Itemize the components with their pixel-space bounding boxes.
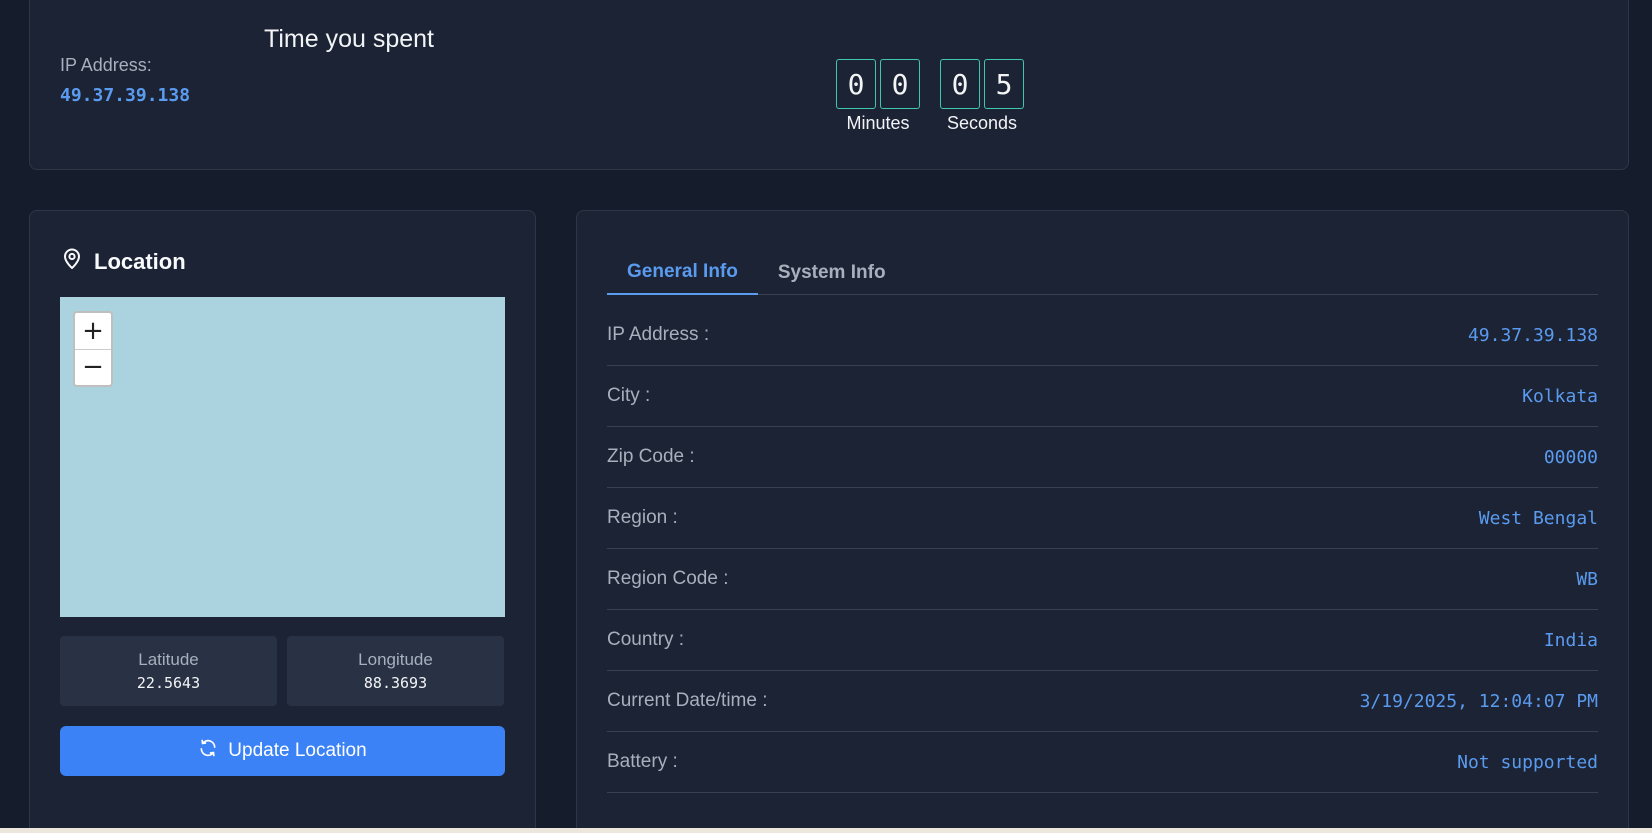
info-row-country: Country : India [607, 610, 1598, 671]
info-row-region-code: Region Code : WB [607, 549, 1598, 610]
info-row-label: City : [607, 385, 651, 406]
info-row-value: 00000 [1543, 446, 1598, 468]
info-row-label: Region : [607, 507, 678, 528]
tab-general-info[interactable]: General Info [607, 251, 758, 295]
time-spent-title: Time you spent [264, 25, 434, 53]
longitude-value: 88.3693 [363, 674, 428, 692]
info-row-label: IP Address : [607, 324, 710, 345]
seconds-digit: 0 [940, 59, 980, 109]
info-row-value: 3/19/2025, 12:04:07 PM [1359, 690, 1598, 712]
info-row-label: Zip Code : [607, 446, 695, 467]
info-row-region: Region : West Bengal [607, 488, 1598, 549]
latitude-box: Latitude 22.5643 [60, 636, 277, 706]
location-header: Location [60, 247, 186, 276]
visitor-summary-card: IP Address: 49.37.39.138 Time you spent … [29, 0, 1629, 170]
seconds-digit: 5 [984, 59, 1024, 109]
seconds-label: Seconds [946, 113, 1018, 133]
info-row-current-datetime: Current Date/time : 3/19/2025, 12:04:07 … [607, 671, 1598, 732]
zoom-in-button[interactable]: + [75, 313, 111, 349]
info-row-label: Country : [607, 629, 685, 650]
update-location-label: Update Location [228, 740, 367, 761]
coordinates: Latitude 22.5643 Longitude 88.3693 [60, 636, 504, 706]
location-map[interactable]: + − [60, 297, 505, 617]
ip-address-label: IP Address: [60, 55, 152, 75]
minutes-digit: 0 [836, 59, 876, 109]
update-location-button[interactable]: Update Location [60, 726, 505, 776]
refresh-icon [198, 738, 218, 764]
info-row-label: Current Date/time : [607, 690, 768, 711]
tab-system-info[interactable]: System Info [758, 251, 906, 295]
info-row-value: India [1543, 629, 1598, 651]
longitude-label: Longitude [358, 650, 433, 669]
info-row-label: Region Code : [607, 568, 729, 589]
general-info-list: IP Address : 49.37.39.138 City : Kolkata… [607, 305, 1598, 793]
info-row-city: City : Kolkata [607, 366, 1598, 427]
map-pin-icon [60, 247, 84, 276]
bottom-strip [0, 828, 1652, 833]
map-zoom-control: + − [73, 311, 113, 387]
info-row-zip-code: Zip Code : 00000 [607, 427, 1598, 488]
minutes-digit: 0 [880, 59, 920, 109]
latitude-value: 22.5643 [136, 674, 201, 692]
minutes-label: Minutes [846, 113, 910, 133]
info-card: General Info System Info IP Address : 49… [576, 210, 1629, 833]
location-card: Location + − Latitude 22.5643 Longitude … [29, 210, 536, 833]
location-title: Location [94, 248, 186, 274]
info-row-label: Battery : [607, 751, 678, 772]
page: IP Address: 49.37.39.138 Time you spent … [0, 0, 1652, 833]
info-row-value: Not supported [1457, 751, 1598, 773]
info-row-battery: Battery : Not supported [607, 732, 1598, 793]
info-row-value: West Bengal [1478, 507, 1598, 529]
zoom-out-button[interactable]: − [75, 348, 111, 386]
info-row-value: WB [1576, 568, 1598, 590]
time-spent-timer: 0 0 Minutes 0 5 Seconds [836, 59, 1024, 134]
longitude-box: Longitude 88.3693 [287, 636, 504, 706]
ip-address-value: 49.37.39.138 [60, 85, 191, 106]
minutes-group: 0 0 Minutes [836, 59, 920, 134]
info-row-value: Kolkata [1522, 385, 1598, 407]
info-tabs: General Info System Info [607, 251, 1598, 295]
seconds-group: 0 5 Seconds [940, 59, 1024, 134]
info-row-value: 49.37.39.138 [1467, 324, 1598, 346]
latitude-label: Latitude [138, 650, 199, 669]
info-row-ip-address: IP Address : 49.37.39.138 [607, 305, 1598, 366]
